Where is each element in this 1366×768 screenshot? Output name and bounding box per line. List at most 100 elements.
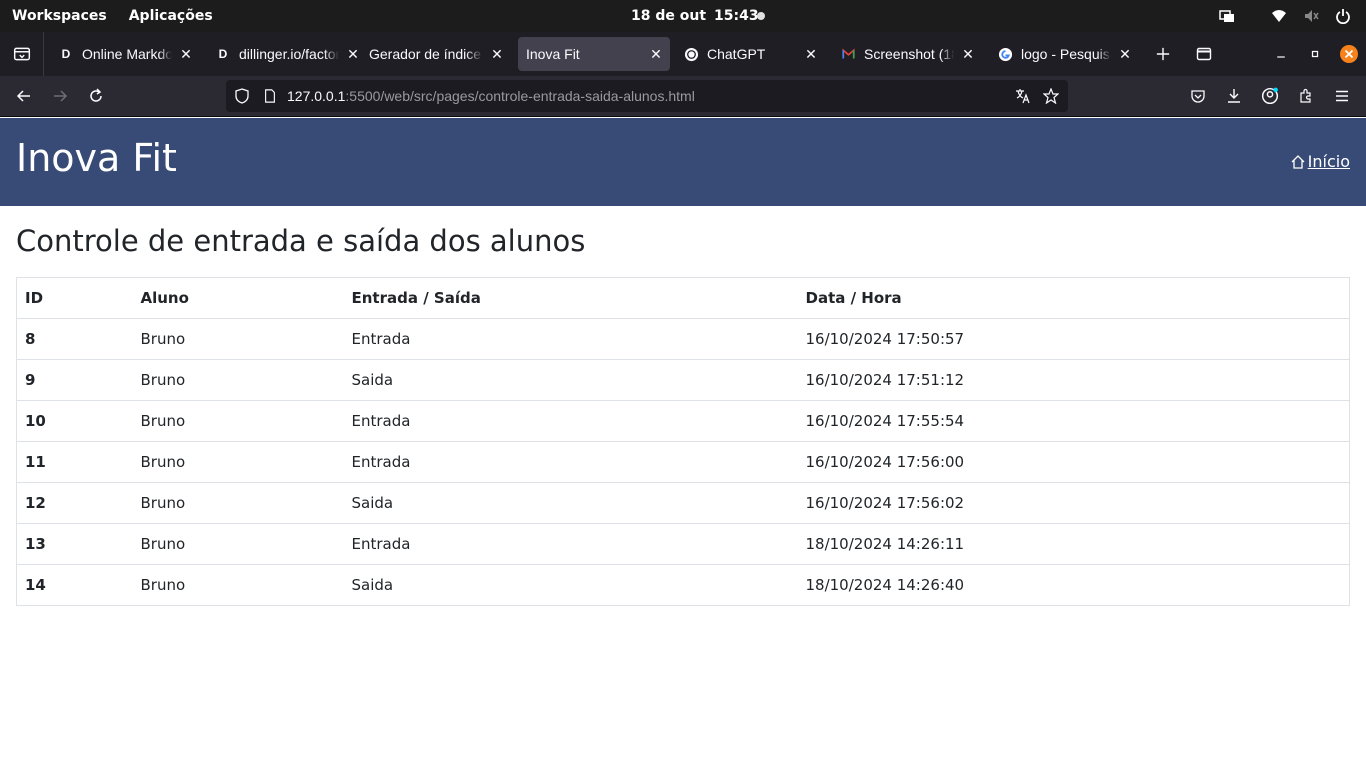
tab-chatgpt[interactable]: ChatGPT ✕ [675, 37, 825, 71]
maximize-button[interactable] [1299, 32, 1331, 76]
browser-nav-bar: 127.0.0.1:5500/web/src/pages/controle-en… [0, 76, 1366, 117]
dillinger-favicon-icon: D [61, 47, 71, 61]
cell-aluno: Bruno [132, 359, 344, 401]
plus-icon [1156, 47, 1170, 61]
screen-share-icon[interactable] [1218, 7, 1236, 25]
new-tab-button[interactable] [1147, 32, 1179, 76]
arrow-right-icon [54, 90, 68, 102]
cell-entrada-saida: Entrada [343, 318, 798, 360]
cell-aluno: Bruno [132, 318, 344, 360]
close-tab-icon[interactable]: ✕ [489, 46, 505, 62]
page-info-icon[interactable] [262, 88, 278, 104]
cell-id: 12 [16, 482, 133, 524]
cell-id: 9 [16, 359, 133, 401]
firefox-view-button[interactable] [1188, 32, 1220, 76]
cell-data-hora: 16/10/2024 17:51:12 [797, 359, 1350, 401]
table-row: 12 Bruno Saida 16/10/2024 17:56:02 [16, 482, 1350, 524]
workspaces-button[interactable]: Workspaces [12, 8, 107, 24]
cell-entrada-saida: Saida [343, 564, 798, 606]
volume-muted-icon[interactable] [1302, 7, 1320, 25]
download-icon [1228, 89, 1240, 103]
shield-icon[interactable] [234, 88, 250, 104]
tab-online-markdown[interactable]: D Online Markdown ✕ [50, 37, 200, 71]
close-tab-icon[interactable]: ✕ [345, 46, 361, 62]
tab-title: Gerador de índice para [369, 46, 483, 62]
clock-time: 15:43 [714, 8, 759, 24]
close-window-icon [1340, 45, 1358, 63]
downloads-button[interactable] [1218, 80, 1250, 112]
column-header-entrada-saida: Entrada / Saída [343, 277, 798, 319]
table-row: 11 Bruno Entrada 16/10/2024 17:56:00 [16, 441, 1350, 483]
minimize-button[interactable] [1265, 32, 1297, 76]
forward-button[interactable] [44, 80, 76, 112]
url-path: :5500/web/src/pages/controle-entrada-sai… [345, 88, 695, 104]
tab-title: Inova Fit [526, 46, 580, 62]
table-header-row: ID Aluno Entrada / Saída Data / Hora [16, 277, 1350, 319]
tab-list-button[interactable] [0, 32, 44, 76]
wifi-icon[interactable] [1270, 7, 1288, 25]
tab-gerador-indice[interactable]: Gerador de índice para ✕ [361, 37, 511, 71]
app-menu-button[interactable] [1326, 80, 1358, 112]
account-button[interactable] [1254, 80, 1286, 112]
cell-id: 8 [16, 318, 133, 360]
maximize-icon [1311, 50, 1319, 58]
table-row: 14 Bruno Saida 18/10/2024 14:26:40 [16, 564, 1350, 606]
cell-data-hora: 16/10/2024 17:50:57 [797, 318, 1350, 360]
cell-id: 14 [16, 564, 133, 606]
account-icon [1261, 87, 1279, 105]
cell-aluno: Bruno [132, 523, 344, 565]
cell-data-hora: 18/10/2024 14:26:40 [797, 564, 1350, 606]
bookmark-star-icon[interactable] [1043, 88, 1059, 104]
cell-entrada-saida: Entrada [343, 400, 798, 442]
minimize-icon [1277, 56, 1285, 58]
site-header: Inova Fit Início [0, 118, 1366, 206]
house-icon [1291, 154, 1305, 169]
cell-entrada-saida: Entrada [343, 441, 798, 483]
applications-button[interactable]: Aplicações [129, 8, 213, 24]
tab-google-logo[interactable]: logo - Pesquisa G ✕ [989, 37, 1139, 71]
close-tab-icon[interactable]: ✕ [178, 46, 194, 62]
cell-id: 10 [16, 400, 133, 442]
cell-aluno: Bruno [132, 400, 344, 442]
column-header-data-hora: Data / Hora [797, 277, 1350, 319]
translate-icon[interactable] [1015, 88, 1031, 104]
clock-date: 18 de out [631, 8, 707, 24]
table-row: 9 Bruno Saida 16/10/2024 17:51:12 [16, 359, 1350, 401]
cell-entrada-saida: Saida [343, 359, 798, 401]
close-tab-icon[interactable]: ✕ [960, 46, 976, 62]
close-tab-icon[interactable]: ✕ [803, 46, 819, 62]
cell-id: 11 [16, 441, 133, 483]
tab-list-icon [13, 47, 30, 61]
tab-gmail-screenshot[interactable]: Screenshot (18 d ✕ [832, 37, 982, 71]
reload-button[interactable] [80, 80, 112, 112]
cell-data-hora: 18/10/2024 14:26:11 [797, 523, 1350, 565]
table-row: 8 Bruno Entrada 16/10/2024 17:50:57 [16, 318, 1350, 360]
address-bar[interactable]: 127.0.0.1:5500/web/src/pages/controle-en… [226, 80, 1068, 112]
brand-title: Inova Fit [16, 136, 177, 180]
extensions-button[interactable] [1290, 80, 1322, 112]
home-link-label: Início [1307, 152, 1350, 171]
clock[interactable]: 18 de out 15:43 [631, 0, 759, 32]
home-link[interactable]: Início [1290, 152, 1350, 171]
close-tab-icon[interactable]: ✕ [1117, 46, 1133, 62]
browser-tab-strip: D Online Markdown ✕ D dillinger.io/facto… [0, 32, 1366, 76]
back-button[interactable] [8, 80, 40, 112]
notification-dot-icon [757, 12, 765, 20]
puzzle-icon [1300, 88, 1311, 103]
close-tab-icon[interactable]: ✕ [648, 46, 664, 62]
hamburger-menu-icon [1336, 90, 1348, 102]
chatgpt-icon [683, 46, 699, 62]
window-icon [1196, 47, 1212, 61]
power-icon[interactable] [1334, 7, 1352, 25]
url-text[interactable]: 127.0.0.1:5500/web/src/pages/controle-en… [287, 80, 695, 112]
close-window-button[interactable] [1333, 32, 1365, 76]
pocket-button[interactable] [1182, 80, 1214, 112]
tab-title: logo - Pesquisa G [1021, 46, 1111, 62]
cell-aluno: Bruno [132, 482, 344, 524]
tab-inova-fit[interactable]: Inova Fit ✕ [518, 37, 670, 71]
cell-entrada-saida: Saida [343, 482, 798, 524]
column-header-id: ID [16, 277, 133, 319]
url-host: 127.0.0.1 [287, 88, 346, 104]
attendance-table: ID Aluno Entrada / Saída Data / Hora 8 B… [16, 277, 1350, 606]
tab-title: ChatGPT [707, 46, 766, 62]
